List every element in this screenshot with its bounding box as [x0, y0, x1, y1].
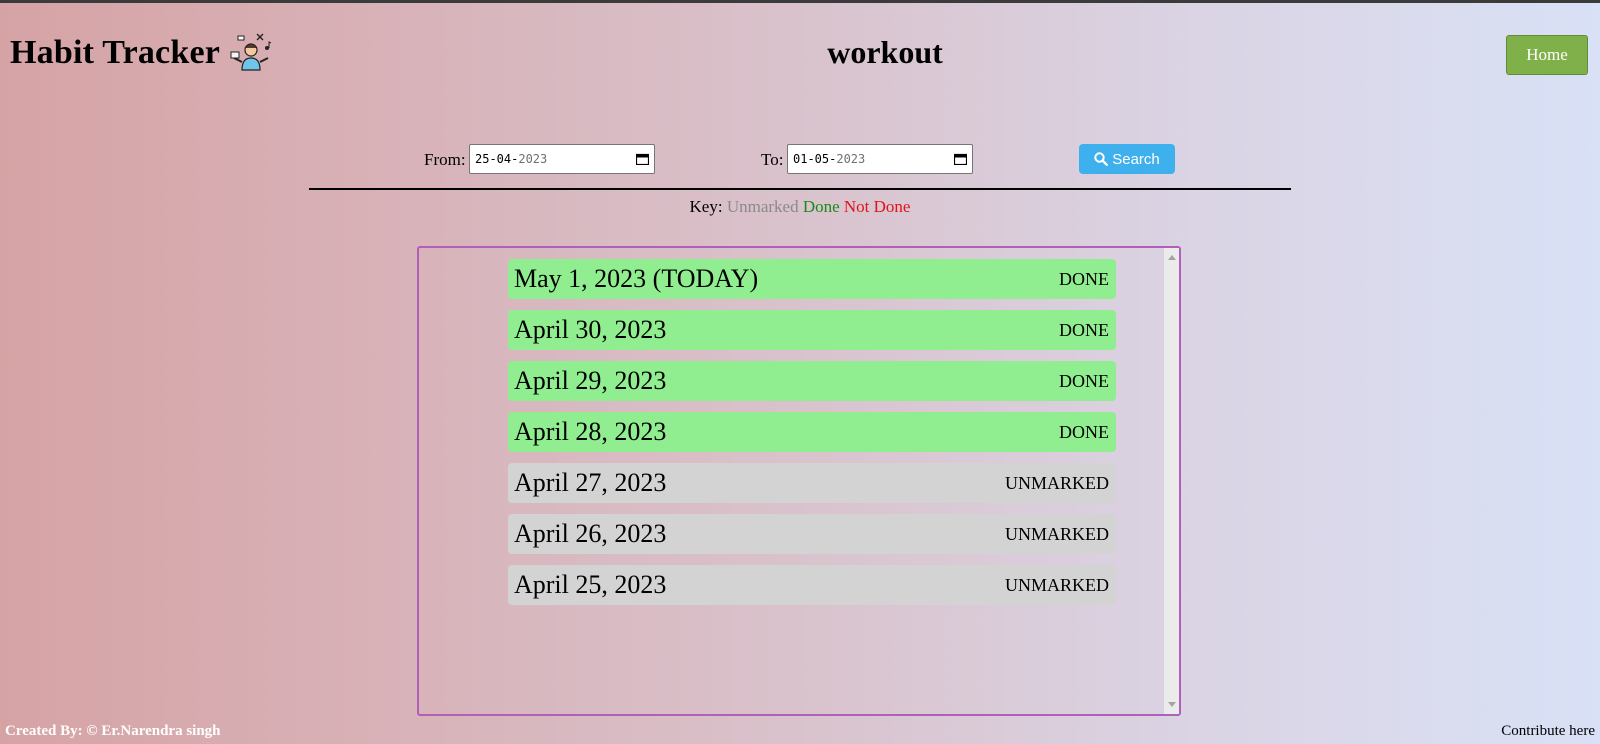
day-date: April 30, 2023: [514, 315, 667, 344]
habit-name: workout: [827, 34, 943, 70]
key-label: Key:: [689, 197, 723, 216]
day-date: April 28, 2023: [514, 417, 667, 446]
day-status[interactable]: UNMARKED: [1005, 524, 1109, 545]
from-date-year: 2023: [518, 152, 548, 166]
day-date: May 1, 2023 (TODAY): [514, 264, 759, 293]
day-status[interactable]: DONE: [1059, 371, 1109, 392]
day-status[interactable]: UNMARKED: [1005, 473, 1109, 494]
to-date-input[interactable]: 01-05- 2023: [787, 144, 973, 174]
key-not-done: Not Done: [843, 197, 911, 216]
to-label: To:: [761, 150, 784, 169]
day-status[interactable]: UNMARKED: [1005, 575, 1109, 596]
day-date: April 27, 2023: [514, 468, 667, 497]
key-unmarked: Unmarked: [726, 197, 799, 216]
day-list-scroll-area: May 1, 2023 (TODAY) DONE April 30, 2023 …: [419, 248, 1164, 714]
day-row[interactable]: April 29, 2023 DONE: [508, 361, 1116, 401]
day-row[interactable]: April 26, 2023 UNMARKED: [508, 514, 1116, 554]
from-date-day-month: 25-04-: [475, 152, 519, 166]
status-key: Key: Unmarked Done Not Done: [0, 197, 1600, 217]
home-button[interactable]: Home: [1506, 35, 1588, 75]
day-row[interactable]: May 1, 2023 (TODAY) DONE: [508, 259, 1116, 299]
day-row[interactable]: April 28, 2023 DONE: [508, 412, 1116, 452]
list-scrollbar[interactable]: [1164, 248, 1179, 714]
page-title: workout: [0, 34, 1600, 71]
day-status[interactable]: DONE: [1059, 422, 1109, 443]
search-icon: [1094, 152, 1109, 166]
calendar-icon[interactable]: [954, 153, 967, 165]
day-row[interactable]: April 27, 2023 UNMARKED: [508, 463, 1116, 503]
day-status[interactable]: DONE: [1059, 320, 1109, 341]
from-label: From:: [424, 150, 466, 169]
date-filter: From: 25-04- 2023 To: 01-05- 2023 Search: [0, 144, 1600, 174]
scroll-down-arrow-icon[interactable]: [1168, 702, 1176, 707]
from-date-input[interactable]: 25-04- 2023: [469, 144, 655, 174]
search-button[interactable]: Search: [1079, 144, 1175, 174]
footer-credit: Created By: © Er.Narendra singh: [5, 723, 221, 739]
scroll-up-arrow-icon[interactable]: [1168, 255, 1176, 260]
contribute-link[interactable]: Contribute here: [1501, 723, 1595, 740]
to-date-day-month: 01-05-: [793, 152, 837, 166]
day-row[interactable]: April 30, 2023 DONE: [508, 310, 1116, 350]
day-list: May 1, 2023 (TODAY) DONE April 30, 2023 …: [417, 246, 1181, 716]
day-status[interactable]: DONE: [1059, 269, 1109, 290]
window-top-border: [0, 0, 1600, 3]
key-done: Done: [802, 197, 840, 216]
day-row[interactable]: April 25, 2023 UNMARKED: [508, 565, 1116, 605]
calendar-icon[interactable]: [636, 153, 649, 165]
day-date: April 26, 2023: [514, 519, 667, 548]
day-date: April 29, 2023: [514, 366, 667, 395]
to-date-year: 2023: [836, 152, 866, 166]
day-date: April 25, 2023: [514, 570, 667, 599]
search-label: Search: [1112, 150, 1160, 168]
divider: [309, 188, 1291, 190]
